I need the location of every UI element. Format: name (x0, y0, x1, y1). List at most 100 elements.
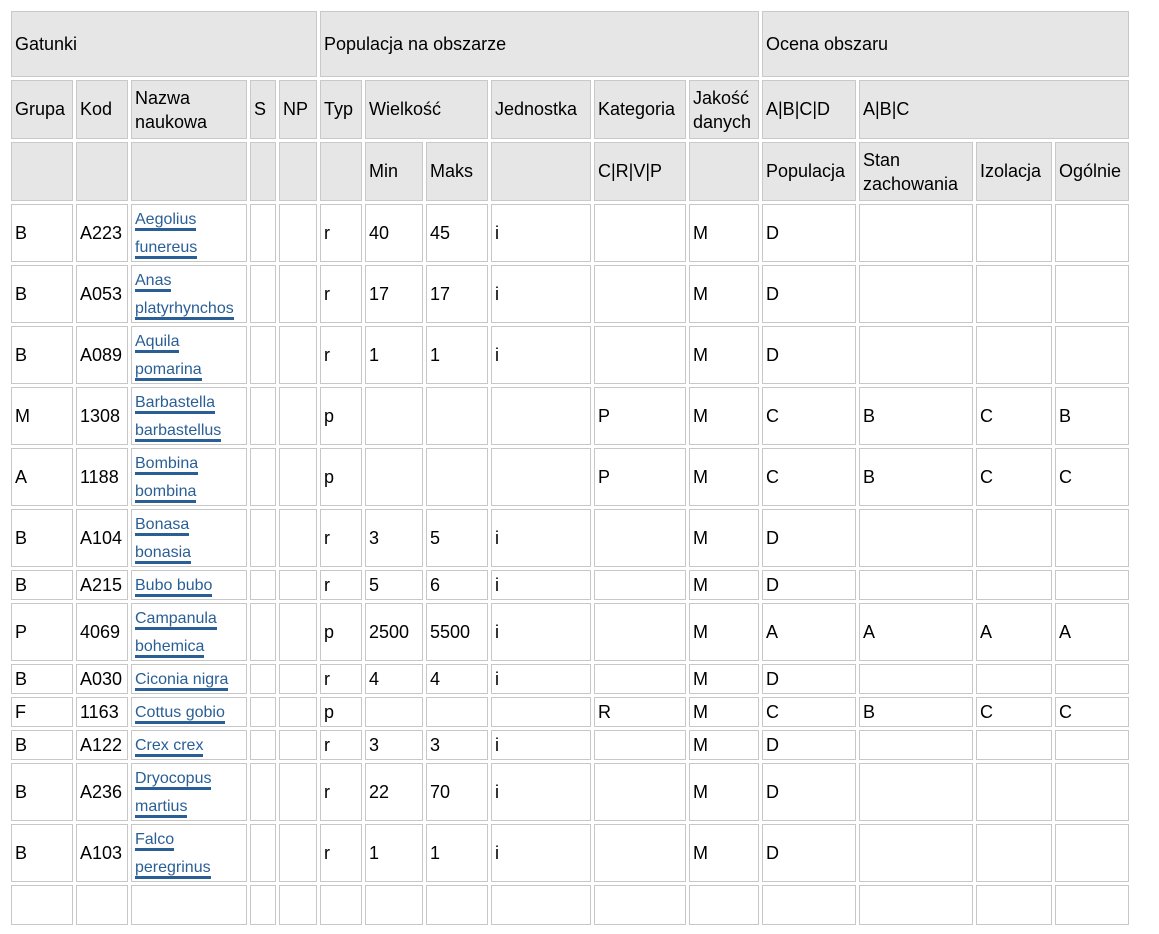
cell-jednostka (491, 885, 591, 925)
cell-populacja: D (762, 664, 856, 694)
cell-grupa (11, 885, 73, 925)
cell-jakosc: M (689, 570, 759, 600)
cell-kategoria (594, 763, 686, 821)
cell-stan (859, 763, 973, 821)
cell-stan (859, 204, 973, 262)
header-row-2: Grupa Kod Nazwa naukowa S NP Typ Wielkoś… (11, 80, 1129, 139)
cell-min: 1 (365, 326, 423, 384)
header-jednostka: Jednostka (491, 80, 591, 139)
species-link[interactable]: Ciconia nigra (135, 671, 229, 691)
species-link[interactable]: Cottus gobio (135, 704, 225, 724)
cell-maks (426, 448, 488, 506)
cell-populacja: D (762, 326, 856, 384)
species-link[interactable]: Dryocopus martius (135, 770, 212, 818)
cell-nazwa: Barbastella barbastellus (131, 387, 247, 445)
header-kategoria: Kategoria (594, 80, 686, 139)
cell-np (279, 603, 317, 661)
header-populacja-na-obszarze: Populacja na obszarze (320, 11, 759, 77)
cell-typ: p (320, 603, 362, 661)
cell-maks (426, 387, 488, 445)
cell-ogolnie (1055, 664, 1129, 694)
cell-np (279, 509, 317, 567)
cell-s (250, 448, 276, 506)
cell-nazwa: Cottus gobio (131, 697, 247, 727)
cell-kod: A104 (76, 509, 128, 567)
header-stan-zachowania: Stan zachowania (859, 142, 973, 201)
cell-populacja: C (762, 387, 856, 445)
cell-kategoria: R (594, 697, 686, 727)
cell-grupa: B (11, 326, 73, 384)
cell-min: 1 (365, 824, 423, 882)
cell-grupa: B (11, 763, 73, 821)
header-ogolnie: Ogólnie (1055, 142, 1129, 201)
header-grupa: Grupa (11, 80, 73, 139)
table-row: A 1188 Bombina bombina p P M C B C C (11, 448, 1129, 506)
cell-kod (76, 885, 128, 925)
cell-jakosc: M (689, 448, 759, 506)
cell-maks: 17 (426, 265, 488, 323)
cell-nazwa (131, 885, 247, 925)
header-crvp: C|R|V|P (594, 142, 686, 201)
cell-kod: 1163 (76, 697, 128, 727)
header-row-3: Min Maks C|R|V|P Populacja Stan zachowan… (11, 142, 1129, 201)
cell-stan (859, 730, 973, 760)
header-nazwa-naukowa: Nazwa naukowa (131, 80, 247, 139)
cell-kategoria (594, 730, 686, 760)
cell-nazwa: Aegolius funereus (131, 204, 247, 262)
cell-ogolnie (1055, 885, 1129, 925)
cell-populacja: D (762, 763, 856, 821)
species-link[interactable]: Anas platyrhynchos (135, 272, 234, 320)
cell-nazwa: Aquila pomarina (131, 326, 247, 384)
cell-maks (426, 885, 488, 925)
species-link[interactable]: Aegolius funereus (135, 211, 198, 259)
cell-populacja: D (762, 824, 856, 882)
cell-izolacja: A (976, 603, 1052, 661)
cell-kod: A103 (76, 824, 128, 882)
cell-jednostka: i (491, 204, 591, 262)
cell-kategoria (594, 603, 686, 661)
header-populacja: Populacja (762, 142, 856, 201)
cell-typ: p (320, 448, 362, 506)
header-typ: Typ (320, 80, 362, 139)
cell-stan: B (859, 448, 973, 506)
cell-grupa: P (11, 603, 73, 661)
cell-jakosc: M (689, 730, 759, 760)
header-empty (689, 142, 759, 201)
cell-grupa: B (11, 730, 73, 760)
cell-kod: 4069 (76, 603, 128, 661)
cell-jednostka: i (491, 570, 591, 600)
cell-s (250, 885, 276, 925)
cell-ogolnie (1055, 570, 1129, 600)
cell-jednostka: i (491, 730, 591, 760)
header-maks: Maks (426, 142, 488, 201)
cell-kategoria: P (594, 448, 686, 506)
cell-populacja: D (762, 570, 856, 600)
species-link[interactable]: Bonasa bonasia (135, 516, 192, 564)
species-link[interactable]: Falco peregrinus (135, 831, 211, 879)
cell-kod: A236 (76, 763, 128, 821)
species-link[interactable]: Barbastella barbastellus (135, 394, 222, 442)
header-s: S (250, 80, 276, 139)
species-link[interactable]: Bubo bubo (135, 577, 213, 597)
cell-typ: r (320, 326, 362, 384)
header-empty (320, 142, 362, 201)
cell-min: 3 (365, 730, 423, 760)
species-link[interactable]: Aquila pomarina (135, 333, 202, 381)
species-link[interactable]: Bombina bombina (135, 455, 199, 503)
cell-typ (320, 885, 362, 925)
cell-kategoria (594, 570, 686, 600)
header-izolacja: Izolacja (976, 142, 1052, 201)
header-empty (491, 142, 591, 201)
cell-grupa: A (11, 448, 73, 506)
species-link[interactable]: Crex crex (135, 737, 204, 757)
cell-jakosc: M (689, 824, 759, 882)
cell-ogolnie (1055, 204, 1129, 262)
cell-izolacja (976, 509, 1052, 567)
cell-s (250, 824, 276, 882)
cell-min: 22 (365, 763, 423, 821)
species-link[interactable]: Campanula bohemica (135, 610, 217, 658)
cell-s (250, 603, 276, 661)
cell-min: 17 (365, 265, 423, 323)
cell-populacja (762, 885, 856, 925)
cell-jakosc (689, 885, 759, 925)
